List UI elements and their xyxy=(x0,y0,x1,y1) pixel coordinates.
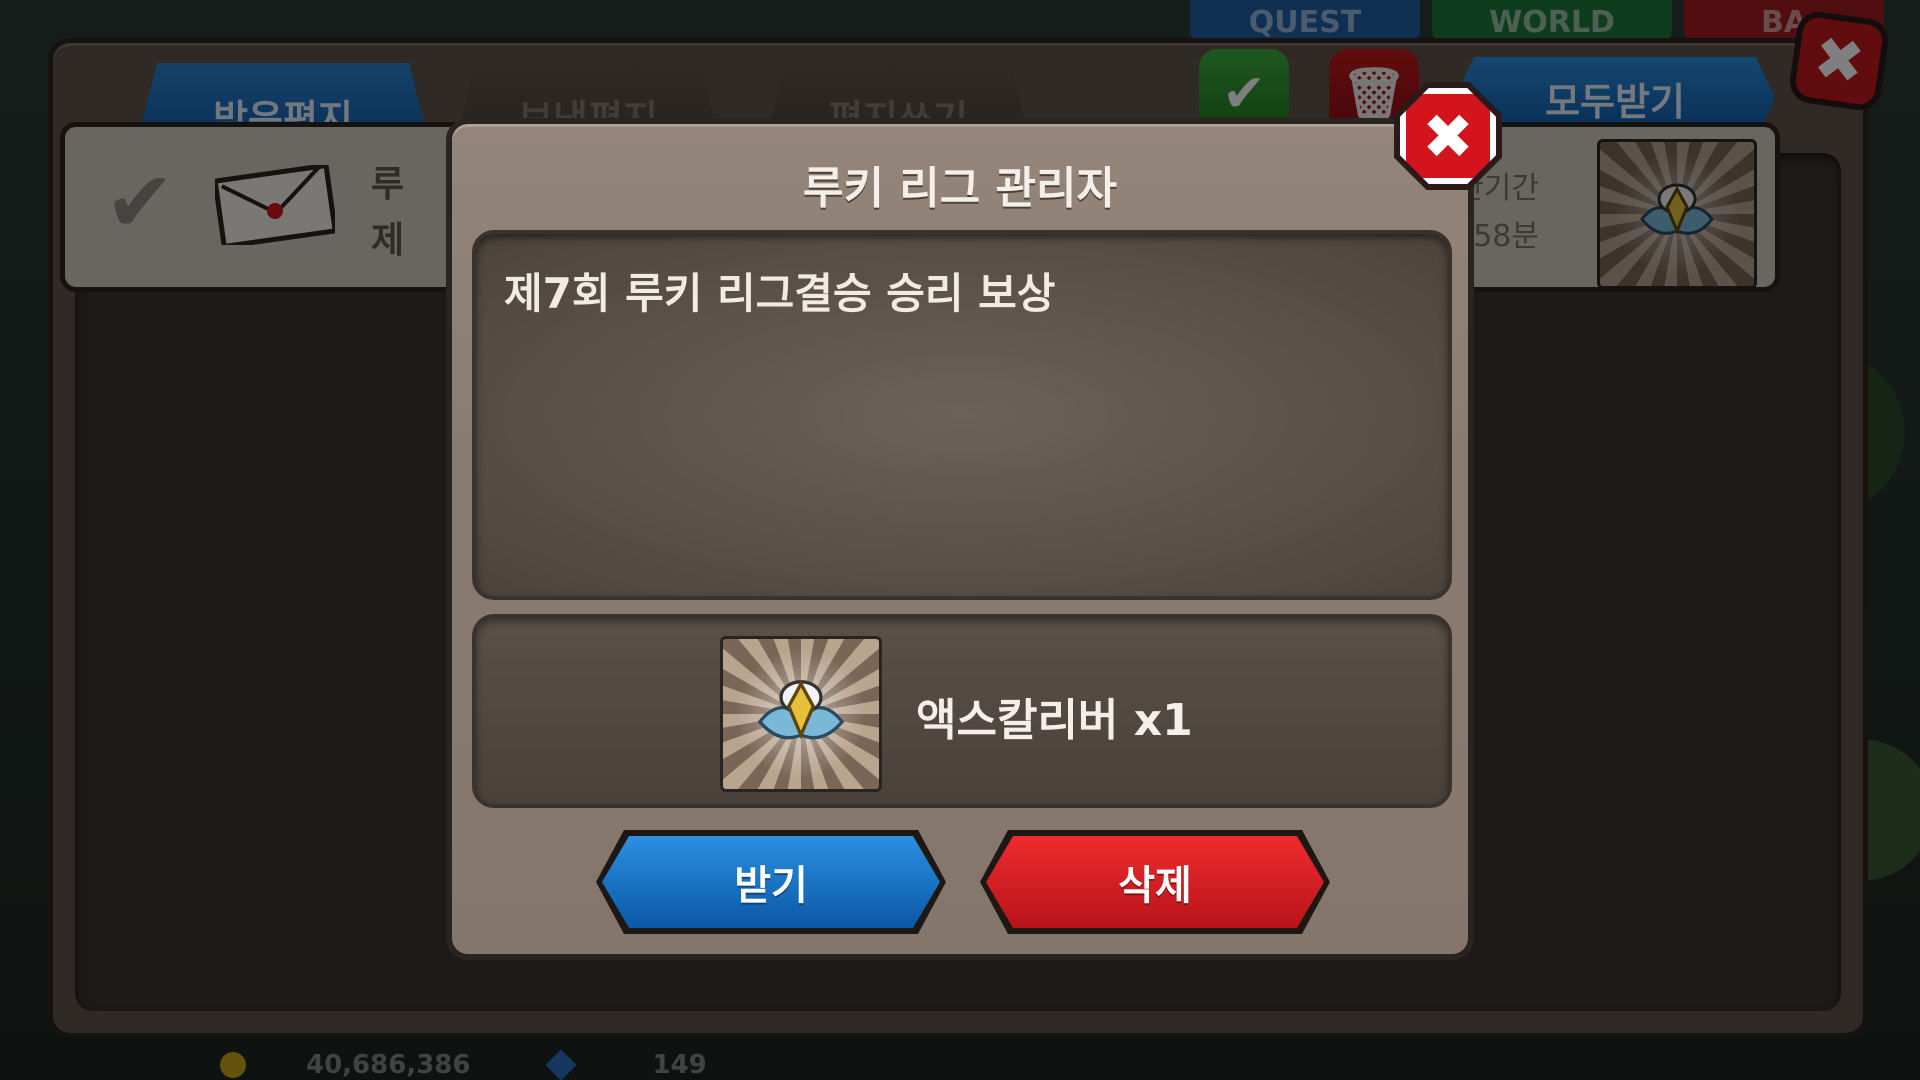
close-x-icon: ✖ xyxy=(1422,99,1474,173)
delete-button-label: 삭제 xyxy=(1118,863,1192,909)
reward-item-thumbnail xyxy=(720,636,882,792)
delete-button[interactable]: 삭제 xyxy=(986,836,1324,928)
message-text: 제7회 루키 리그결승 승리 보상 xyxy=(504,269,1056,318)
close-dialog-button[interactable]: ✖ xyxy=(1400,88,1496,184)
mail-detail-dialog: 루키 리그 관리자 제7회 루키 리그결승 승리 보상 액스칼리버 x1 받기 … xyxy=(446,118,1474,960)
message-box: 제7회 루키 리그결승 승리 보상 xyxy=(472,230,1452,600)
receive-button[interactable]: 받기 xyxy=(602,836,940,928)
reward-box: 액스칼리버 x1 xyxy=(472,614,1452,808)
excalibur-emblem-icon xyxy=(757,680,845,740)
receive-button-label: 받기 xyxy=(734,863,808,909)
reward-item-label: 액스칼리버 x1 xyxy=(916,695,1193,746)
dialog-title: 루키 리그 관리자 xyxy=(803,163,1117,214)
